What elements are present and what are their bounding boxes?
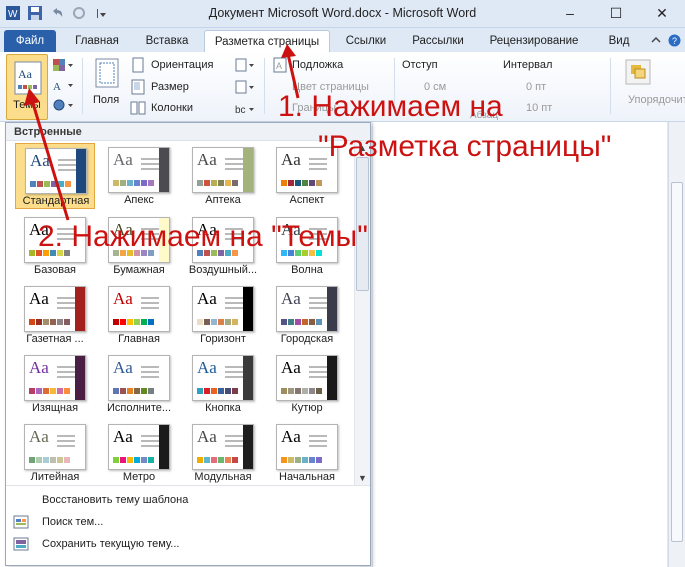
arrowhead-themes	[24, 88, 40, 106]
annotation-step2: 2. Нажимаем на "Темы"	[38, 220, 368, 253]
arrow-to-themes-button	[30, 99, 70, 221]
annotation-step1-line1: 1. Нажимаем на	[278, 90, 503, 123]
arrowhead-page-layout	[281, 44, 296, 58]
annotation-arrows	[24, 44, 300, 221]
annotation-step1-line2: "Разметка страницы"	[318, 130, 612, 163]
